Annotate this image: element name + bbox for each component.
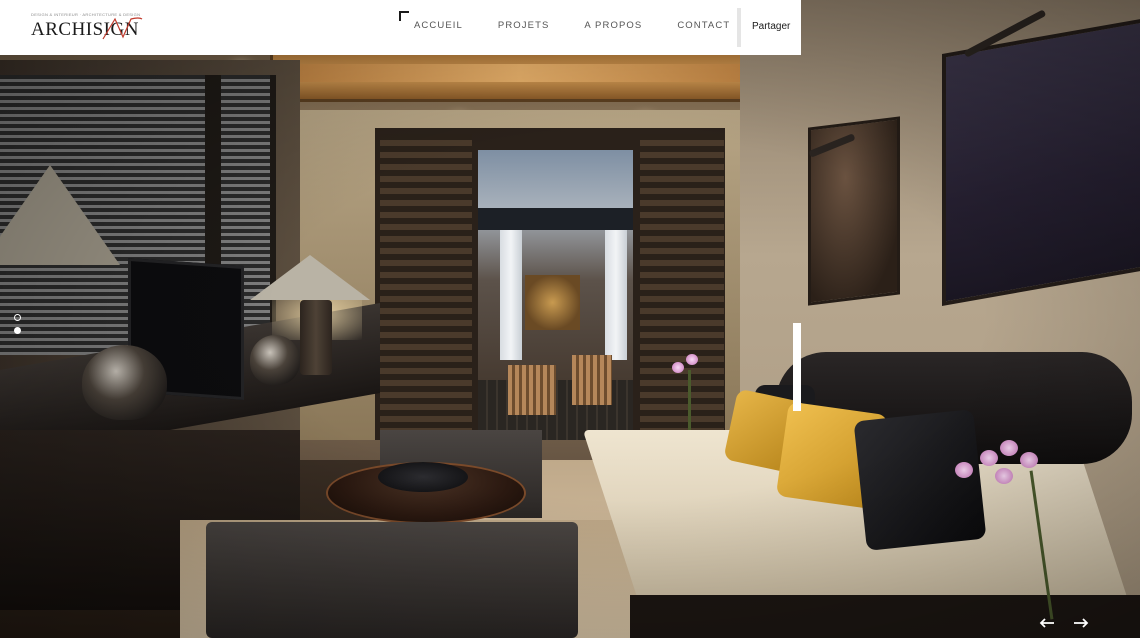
curtain <box>605 230 627 360</box>
orchid-flower <box>980 450 998 466</box>
next-slide-button[interactable] <box>1072 615 1090 631</box>
page: DESIGN & INTERIEUR · ARCHITECTURE & DESI… <box>0 0 1140 638</box>
table-lamp-base <box>300 300 332 375</box>
share-divider <box>737 8 741 47</box>
courtyard-beam <box>478 208 633 230</box>
wall-artwork-large <box>942 18 1140 306</box>
teak-chair <box>508 365 556 415</box>
nav-link-contact[interactable]: CONTACT <box>677 20 730 32</box>
ceiling-light-strip <box>300 64 740 82</box>
logo-swoosh-icon <box>102 17 143 40</box>
arrow-left-icon <box>1039 618 1054 628</box>
archisign-logo[interactable]: DESIGN & INTERIEUR · ARCHITECTURE & DESI… <box>31 12 143 42</box>
teak-chair <box>572 355 612 405</box>
glass-vase <box>250 335 300 385</box>
arrow-right-icon <box>1074 618 1089 628</box>
sofa-frame <box>630 595 1140 638</box>
sliding-shutter-left <box>380 134 472 440</box>
lantern-niche <box>525 275 580 330</box>
slide-pagination <box>14 314 21 340</box>
nav-corner-mark <box>399 11 409 21</box>
prev-slide-button[interactable] <box>1038 615 1056 631</box>
site-header: DESIGN & INTERIEUR · ARCHITECTURE & DESI… <box>0 0 801 55</box>
slide-dot-active[interactable] <box>14 327 21 334</box>
hero-slide-image <box>0 0 1140 638</box>
cushion-black <box>853 409 987 551</box>
orchid-flower <box>995 468 1013 484</box>
nav-link-projets[interactable]: PROJETS <box>498 20 550 32</box>
table-lamp-shade <box>250 255 370 300</box>
nav-link-a-propos[interactable]: A PROPOS <box>584 20 642 32</box>
orchid-flower <box>1000 440 1018 456</box>
nav-link-accueil[interactable]: ACCUEIL <box>414 20 463 32</box>
orchid-flower <box>955 462 973 478</box>
curtain <box>500 230 522 360</box>
sliding-shutter-right <box>640 134 724 440</box>
ottoman <box>206 522 578 638</box>
glass-vase <box>82 345 167 420</box>
main-nav: ACCUEIL PROJETS A PROPOS CONTACT <box>414 20 765 32</box>
share-button[interactable]: Partager <box>752 21 790 33</box>
scroll-indicator[interactable] <box>793 323 801 411</box>
orchid-flower <box>672 362 684 373</box>
orchid-flower <box>1020 452 1038 468</box>
orchid-stem <box>688 370 691 430</box>
decor-bowl <box>378 462 468 492</box>
table-lamp-shade <box>0 165 120 265</box>
slide-dot[interactable] <box>14 314 21 321</box>
orchid-flower <box>686 354 698 365</box>
